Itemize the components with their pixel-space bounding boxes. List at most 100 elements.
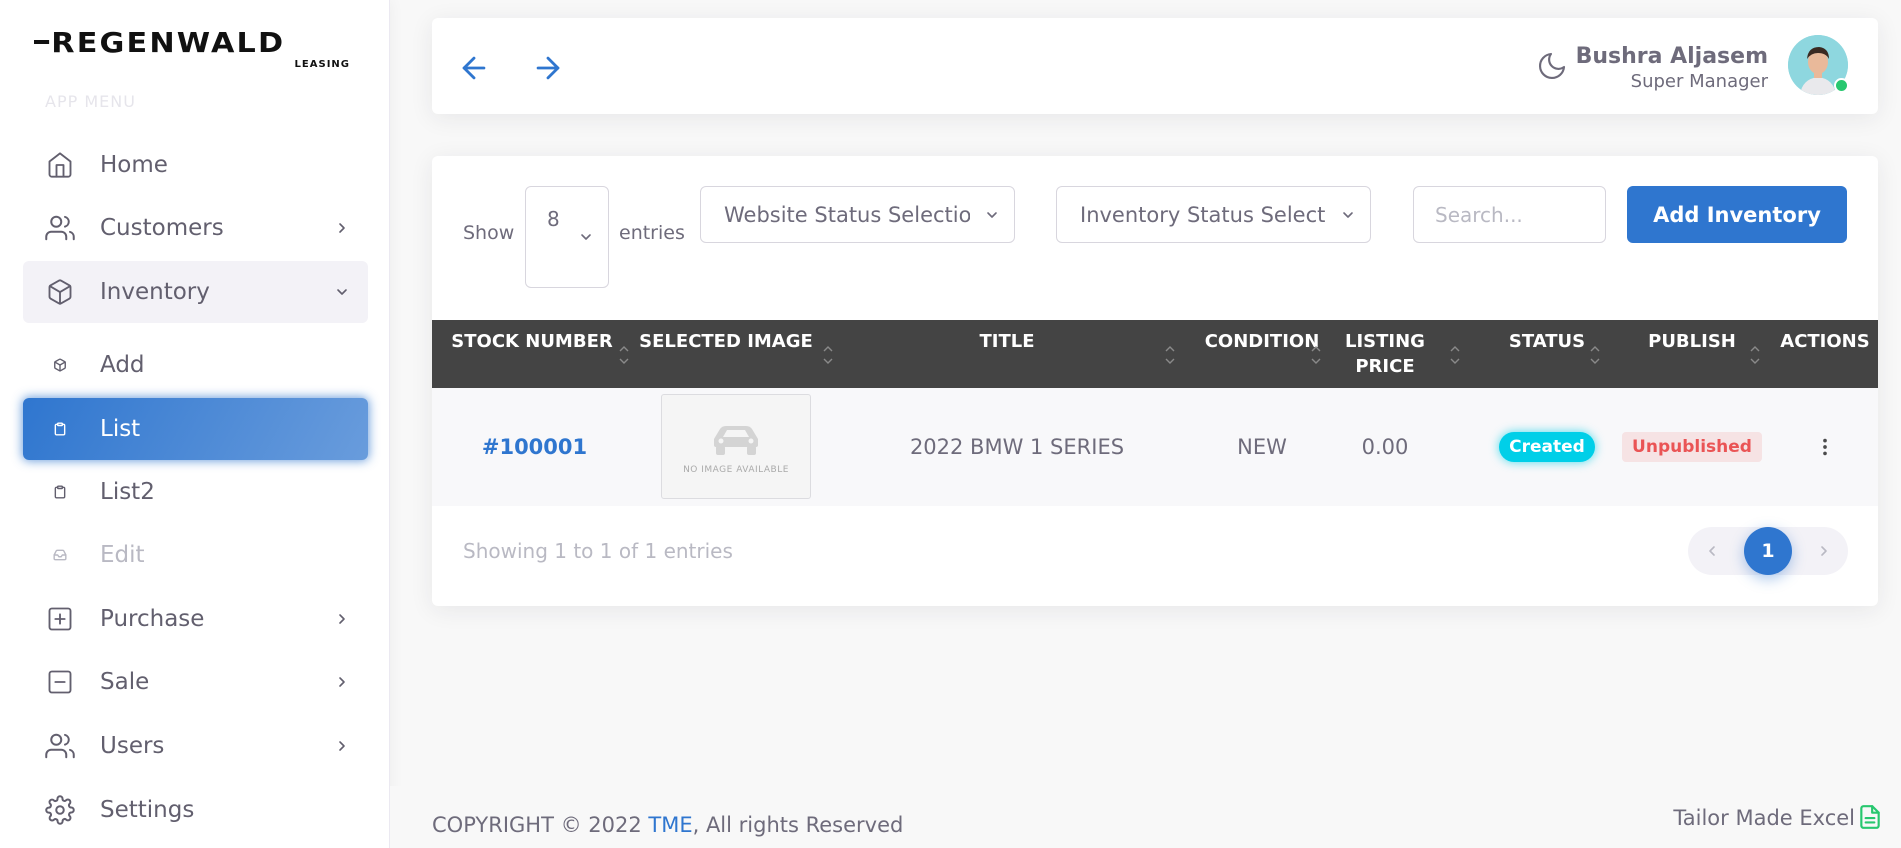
status-cell: Created xyxy=(1472,388,1622,506)
show-label: Show xyxy=(463,222,515,244)
column-header-stock-number[interactable]: STOCK NUMBER xyxy=(432,320,632,388)
sidebar-item-label: Home xyxy=(100,152,168,178)
publish-cell: Unpublished xyxy=(1612,388,1772,506)
column-header-label: STATUS xyxy=(1508,331,1586,352)
sidebar-item-label: Edit xyxy=(100,542,145,568)
copyright-prefix: COPYRIGHT © 2022 xyxy=(432,813,649,837)
column-header-label: STOCK NUMBER xyxy=(451,331,613,352)
moon-icon[interactable] xyxy=(1534,48,1570,84)
pagination-next-icon[interactable] xyxy=(1800,527,1848,575)
website-status-select-text: Website Status Selection xyxy=(724,202,970,227)
actions-cell xyxy=(1772,388,1878,506)
website-status-select[interactable]: Website Status Selection xyxy=(700,186,1015,243)
condition-cell: NEW xyxy=(1237,435,1287,459)
title-cell: 2022 BMW 1 SERIES xyxy=(909,435,1125,459)
sidebar: REGENWALD LEASING APP MENU Home Customer… xyxy=(0,0,390,848)
sidebar-subitem-list2[interactable]: List2 xyxy=(23,461,368,523)
sidebar-item-label: Customers xyxy=(100,215,224,241)
sidebar-item-users[interactable]: Users xyxy=(23,715,368,777)
column-header-selected-image[interactable]: SELECTED IMAGE xyxy=(626,320,826,388)
chevron-down-icon xyxy=(332,282,352,302)
sidebar-subitem-add[interactable]: Add xyxy=(23,334,368,396)
avatar[interactable] xyxy=(1788,35,1849,95)
brand-subtitle: LEASING xyxy=(294,59,350,70)
column-header-publish[interactable]: PUBLISH xyxy=(1612,320,1772,388)
column-header-label: ACTIONS xyxy=(1780,331,1870,352)
sidebar-item-label: Purchase xyxy=(100,606,205,632)
gear-icon xyxy=(45,795,75,825)
footer: COPYRIGHT © 2022 TME, All rights Reserve… xyxy=(390,786,1901,848)
sidebar-item-settings[interactable]: Settings xyxy=(23,779,368,841)
entries-label: entries xyxy=(619,222,685,244)
footer-brand-text: Tailor Made Excel xyxy=(1673,806,1855,830)
plus-square-icon xyxy=(45,604,75,634)
column-header-label: TITLE xyxy=(979,331,1035,352)
user-name[interactable]: Bushra Aljasem xyxy=(1576,44,1768,69)
column-header-listing-price[interactable]: LISTING PRICE xyxy=(1337,320,1433,388)
chevron-right-icon xyxy=(332,218,352,238)
no-image-placeholder[interactable]: NO IMAGE AVAILABLE xyxy=(661,394,811,499)
sidebar-item-label: Inventory xyxy=(100,279,210,305)
sort-icon[interactable] xyxy=(1310,342,1322,368)
column-header-label: PUBLISH xyxy=(1648,331,1736,352)
chevron-down-icon xyxy=(578,229,594,249)
sort-icon[interactable] xyxy=(822,342,834,368)
chevron-down-icon xyxy=(970,206,1014,223)
column-header-label: SELECTED IMAGE xyxy=(639,331,813,352)
clipboard-icon xyxy=(53,422,67,436)
menu-header: APP MENU xyxy=(45,92,136,111)
chevron-right-icon xyxy=(332,609,352,629)
column-header-actions: ACTIONS xyxy=(1772,320,1878,388)
sidebar-item-label: Settings xyxy=(100,797,195,823)
sort-icon[interactable] xyxy=(1749,342,1761,368)
sidebar-item-customers[interactable]: Customers xyxy=(23,197,368,259)
entries-per-page-select[interactable]: 8 xyxy=(525,186,609,288)
table-header: STOCK NUMBER SELECTED IMAGE TITLE CONDIT… xyxy=(432,320,1878,388)
status-badge: Created xyxy=(1499,432,1595,462)
copyright-suffix: , All rights Reserved xyxy=(692,813,904,837)
inventory-status-select[interactable]: Inventory Status Selection xyxy=(1056,186,1371,243)
users-icon xyxy=(45,731,75,761)
column-header-title[interactable]: TITLE xyxy=(862,320,1152,388)
chevron-right-icon xyxy=(332,736,352,756)
stock-number-cell: #100001 xyxy=(432,388,637,506)
sidebar-item-label: Sale xyxy=(100,669,150,695)
listing-price-cell: 0.00 xyxy=(1361,435,1409,459)
brand-name: REGENWALD xyxy=(34,28,377,58)
no-image-text: NO IMAGE AVAILABLE xyxy=(683,464,789,475)
users-icon xyxy=(45,213,75,243)
pagination: 1 xyxy=(1688,527,1848,575)
car-icon xyxy=(714,425,758,455)
publish-badge[interactable]: Unpublished xyxy=(1622,432,1762,462)
box-icon xyxy=(45,277,75,307)
pagination-page-1[interactable]: 1 xyxy=(1744,527,1792,575)
user-role: Super Manager xyxy=(1630,71,1768,92)
sidebar-item-home[interactable]: Home xyxy=(23,134,368,196)
sort-icon[interactable] xyxy=(1164,342,1176,368)
add-inventory-button[interactable]: Add Inventory xyxy=(1627,186,1847,243)
sidebar-subitem-list[interactable]: List xyxy=(23,398,368,460)
back-arrow-icon[interactable] xyxy=(454,48,494,88)
online-status-dot xyxy=(1834,78,1849,93)
sidebar-item-sale[interactable]: Sale xyxy=(23,651,368,713)
company-link[interactable]: TME xyxy=(648,813,692,837)
sidebar-item-label: Add xyxy=(100,352,145,378)
sidebar-item-inventory[interactable]: Inventory xyxy=(23,261,368,323)
sidebar-subitem-edit[interactable]: Edit xyxy=(23,524,368,586)
top-navbar: Bushra Aljasem Super Manager xyxy=(432,18,1878,114)
search-input[interactable] xyxy=(1413,186,1606,243)
sidebar-item-purchase[interactable]: Purchase xyxy=(23,588,368,650)
sidebar-item-label: Users xyxy=(100,733,165,759)
more-vertical-icon[interactable] xyxy=(1810,432,1840,462)
home-icon xyxy=(45,150,75,180)
minus-square-icon xyxy=(45,667,75,697)
forward-arrow-icon[interactable] xyxy=(528,48,568,88)
stock-number-link[interactable]: #100001 xyxy=(482,435,587,459)
inventory-list-card: Show 8 entries Website Status Selection … xyxy=(432,156,1878,606)
copyright: COPYRIGHT © 2022 TME, All rights Reserve… xyxy=(432,813,903,837)
pagination-prev-icon[interactable] xyxy=(1688,527,1736,575)
sort-icon[interactable] xyxy=(1449,342,1461,368)
brand-logo[interactable]: REGENWALD LEASING xyxy=(34,28,352,74)
sort-icon[interactable] xyxy=(1589,342,1601,368)
chevron-down-icon xyxy=(1326,206,1370,223)
